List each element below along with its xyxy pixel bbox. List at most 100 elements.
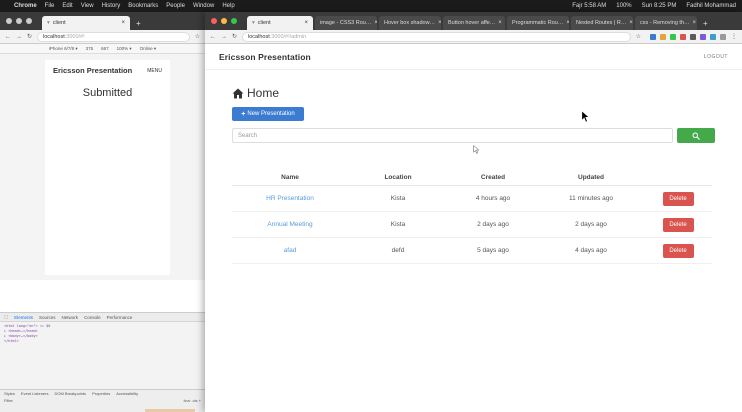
search-input[interactable]: Search: [232, 128, 673, 143]
hov-cls-toggle[interactable]: :hov .cls +: [183, 398, 201, 403]
back-icon[interactable]: ←: [5, 34, 11, 40]
bookmark-star-icon[interactable]: ☆: [636, 33, 641, 40]
prayer-time[interactable]: Fajr 5:58 AM: [572, 3, 606, 9]
extension-icon[interactable]: [660, 33, 666, 40]
tab-accessibility[interactable]: Accessibility: [116, 391, 138, 396]
delete-button[interactable]: Delete: [662, 217, 694, 232]
tab-event-listeners[interactable]: Event Listeners: [21, 391, 49, 396]
zoom-select[interactable]: 100% ▾: [117, 46, 132, 52]
forward-icon[interactable]: →: [16, 34, 22, 40]
app-brand[interactable]: Ericsson Presentation: [219, 52, 311, 62]
delete-button[interactable]: Delete: [662, 243, 694, 258]
logout-link[interactable]: LOGOUT: [704, 54, 728, 60]
table-row: afad defd 5 days ago 4 days ago Delete: [232, 238, 712, 264]
url-field[interactable]: localhost:3000/#!: [37, 31, 190, 42]
extension-icon[interactable]: [710, 33, 716, 40]
right-tab-4[interactable]: Button hover affe… ×: [443, 16, 505, 30]
tab-styles[interactable]: Styles: [4, 391, 15, 396]
close-tab-icon[interactable]: ×: [374, 20, 377, 26]
devtools-tab-console[interactable]: Console: [84, 315, 101, 320]
close-tab-icon[interactable]: ×: [304, 20, 308, 26]
close-tab-icon[interactable]: ×: [498, 20, 502, 26]
menu-chrome[interactable]: Chrome: [14, 3, 37, 9]
left-tab-strip: ▾ client × +: [0, 12, 205, 30]
mobile-menu-button[interactable]: MENU: [147, 68, 162, 74]
tab-properties[interactable]: Properties: [92, 391, 110, 396]
network-select[interactable]: Online ▾: [140, 46, 157, 52]
device-width[interactable]: 375: [86, 46, 94, 51]
app-navbar: Ericsson Presentation LOGOUT: [205, 44, 742, 70]
delete-button[interactable]: Delete: [662, 191, 694, 206]
devtools-tab-network[interactable]: Network: [62, 315, 79, 320]
menu-people[interactable]: People: [166, 3, 185, 9]
new-tab-icon[interactable]: +: [132, 16, 145, 30]
user-name[interactable]: Fadhil Mohammad: [686, 3, 736, 9]
styles-filter-input[interactable]: Filter: [4, 398, 13, 403]
right-tab-7[interactable]: css - Removing th… ×: [635, 16, 697, 30]
url-field[interactable]: localhost:3000/#!/admin: [242, 31, 631, 42]
presentation-name-link[interactable]: afad: [232, 247, 348, 254]
extension-icon[interactable]: [670, 33, 676, 40]
left-tab-client[interactable]: ▾ client ×: [42, 16, 130, 30]
extension-icon[interactable]: [680, 33, 686, 40]
right-tab-2[interactable]: image - CSS3 Rou… ×: [315, 16, 377, 30]
close-tab-icon[interactable]: ×: [566, 20, 569, 26]
search-button[interactable]: [677, 128, 715, 143]
new-presentation-button[interactable]: + New Presentation: [232, 107, 304, 121]
right-tab-3[interactable]: Hover box shadow… ×: [379, 16, 441, 30]
menu-view[interactable]: View: [81, 3, 94, 9]
presentation-name-link[interactable]: Annual Meeting: [232, 221, 348, 228]
tab-dom-breakpoints[interactable]: DOM Breakpoints: [54, 391, 86, 396]
right-tab-6[interactable]: Nested Routes | R… ×: [571, 16, 633, 30]
extension-icon[interactable]: [720, 33, 726, 40]
dom-node[interactable]: </html>: [4, 339, 201, 344]
close-tab-icon[interactable]: ×: [121, 20, 125, 26]
right-tab-5[interactable]: Programmatic Rou… ×: [507, 16, 569, 30]
menu-edit[interactable]: Edit: [62, 3, 72, 9]
zoom-light-icon[interactable]: [26, 18, 32, 24]
extension-icon[interactable]: [650, 33, 656, 40]
devtools-tab-sources[interactable]: Sources: [39, 315, 56, 320]
reload-icon[interactable]: ↻: [27, 33, 32, 40]
tab-title: client: [257, 20, 271, 26]
new-tab-icon[interactable]: +: [699, 16, 712, 30]
menu-window[interactable]: Window: [193, 3, 214, 9]
table-row: HR Presentation Kista 4 hours ago 11 min…: [232, 186, 712, 212]
menu-help[interactable]: Help: [222, 3, 234, 9]
page-title: Home: [232, 86, 279, 100]
back-icon[interactable]: ←: [210, 34, 216, 40]
reload-icon[interactable]: ↻: [232, 33, 237, 40]
close-tab-icon[interactable]: ×: [438, 20, 441, 26]
forward-icon[interactable]: →: [221, 34, 227, 40]
minimize-light-icon[interactable]: [221, 18, 227, 24]
presentation-name-link[interactable]: HR Presentation: [232, 195, 348, 202]
menu-bookmarks[interactable]: Bookmarks: [128, 3, 158, 9]
close-light-icon[interactable]: [211, 18, 217, 24]
zoom-light-icon[interactable]: [231, 18, 237, 24]
devtools-panel: ⬚ Elements Sources Network Console Perfo…: [0, 312, 205, 412]
search-icon: [692, 132, 700, 140]
extension-icon[interactable]: [700, 33, 706, 40]
actions-cell: Delete: [644, 217, 712, 232]
close-tab-icon[interactable]: ×: [693, 20, 697, 26]
device-select[interactable]: iPhone 6/7/8 ▾: [49, 46, 78, 52]
presentations-table: Name Location Created Updated HR Present…: [232, 170, 712, 264]
bookmark-star-icon[interactable]: ☆: [195, 33, 200, 40]
column-name: Name: [281, 174, 299, 181]
devtools-tab-elements[interactable]: Elements: [14, 315, 33, 320]
close-light-icon[interactable]: [6, 18, 12, 24]
menu-history[interactable]: History: [102, 3, 121, 9]
battery-level[interactable]: 100%: [616, 3, 631, 9]
devtools-tab-performance[interactable]: Performance: [107, 315, 133, 320]
right-tab-client[interactable]: ▾ client ×: [247, 16, 313, 30]
clock[interactable]: Sun 8:25 PM: [642, 3, 677, 9]
menu-file[interactable]: File: [45, 3, 55, 9]
close-tab-icon[interactable]: ×: [629, 20, 633, 26]
minimize-light-icon[interactable]: [16, 18, 22, 24]
mobile-brand[interactable]: Ericsson Presentation: [53, 66, 132, 75]
inspect-icon[interactable]: ⬚: [4, 314, 8, 320]
more-menu-icon[interactable]: ⋮: [731, 33, 737, 40]
dom-tree[interactable]: <html lang="en"> == $0 ▸ <head>…</head> …: [0, 322, 205, 346]
device-height[interactable]: 667: [101, 46, 109, 51]
extension-icon[interactable]: [690, 33, 696, 40]
